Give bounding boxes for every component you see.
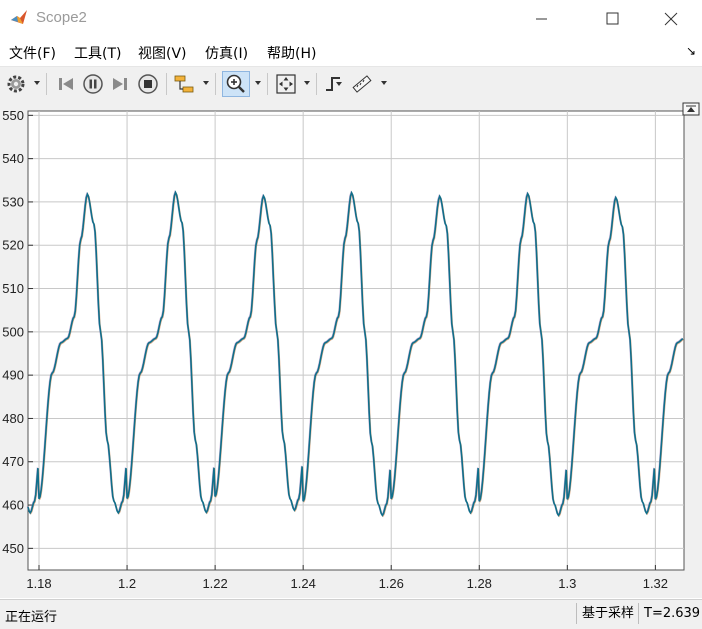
measurements-icon[interactable] xyxy=(350,72,374,96)
undock-arrow-icon[interactable]: ↘ xyxy=(686,44,696,58)
matlab-logo-icon xyxy=(11,10,27,24)
stop-icon[interactable] xyxy=(136,72,160,96)
signal-highlight-icon[interactable] xyxy=(173,72,197,96)
close-icon xyxy=(664,12,678,26)
menu-tools[interactable]: 工具(T) xyxy=(74,43,121,63)
toolbar-separator xyxy=(267,73,268,95)
zoom-dropdown-icon[interactable] xyxy=(255,81,261,85)
menu-simulation[interactable]: 仿真(I) xyxy=(205,43,248,63)
step-back-icon[interactable] xyxy=(54,72,78,96)
minimize-icon xyxy=(536,18,547,20)
x-tick-label: 1.3 xyxy=(558,576,576,591)
sim-time: T=2.639 xyxy=(638,603,702,624)
y-tick-label: 470 xyxy=(2,454,24,469)
y-tick-label: 510 xyxy=(2,281,24,296)
zoom-in-button[interactable] xyxy=(222,71,250,97)
menu-file[interactable]: 文件(F) xyxy=(9,43,56,63)
y-tick-label: 520 xyxy=(2,238,24,253)
window-titlebar[interactable]: Scope2 xyxy=(0,0,702,38)
menu-help[interactable]: 帮助(H) xyxy=(267,43,316,63)
status-bar: 正在运行 基于采样 T=2.639 xyxy=(0,599,702,629)
x-tick-label: 1.26 xyxy=(379,576,404,591)
y-tick-label: 530 xyxy=(2,194,24,209)
scope-axes[interactable]: 450 460 470 480 490 500 510 520 530 540 550 1.18 1.… xyxy=(0,101,702,598)
x-tick-label: 1.2 xyxy=(118,576,136,591)
settings-dropdown-icon[interactable] xyxy=(34,81,40,85)
y-tick-label: 460 xyxy=(2,498,24,513)
x-tick-label: 1.18 xyxy=(26,576,51,591)
measurements-dropdown-icon[interactable] xyxy=(381,81,387,85)
y-tick-label: 500 xyxy=(2,324,24,339)
run-status: 正在运行 xyxy=(5,610,58,625)
triggers-icon[interactable] xyxy=(322,72,346,96)
y-tick-label: 480 xyxy=(2,411,24,426)
toolbar-separator xyxy=(166,73,167,95)
pause-icon[interactable] xyxy=(81,72,105,96)
step-forward-icon[interactable] xyxy=(108,72,132,96)
toolbar xyxy=(0,66,702,102)
y-tick-label: 490 xyxy=(2,368,24,383)
close-button[interactable] xyxy=(648,0,694,38)
autoscale-icon[interactable] xyxy=(274,72,298,96)
sample-mode: 基于采样 xyxy=(576,603,638,624)
zoom-in-icon xyxy=(226,74,245,93)
x-tick-label: 1.32 xyxy=(643,576,668,591)
menu-bar: 文件(F) 工具(T) 视图(V) 仿真(I) 帮助(H) ↘ xyxy=(0,38,702,66)
axes-background xyxy=(27,110,685,571)
signal-dropdown-icon[interactable] xyxy=(203,81,209,85)
toolbar-separator xyxy=(215,73,216,95)
undock-axes-button[interactable] xyxy=(682,102,700,116)
x-tick-label: 1.24 xyxy=(291,576,316,591)
y-tick-label: 550 xyxy=(2,108,24,123)
autoscale-dropdown-icon[interactable] xyxy=(304,81,310,85)
x-tick-label: 1.28 xyxy=(467,576,492,591)
y-tick-label: 540 xyxy=(2,151,24,166)
toolbar-separator xyxy=(316,73,317,95)
scope-display[interactable]: 450 460 470 480 490 500 510 520 530 540 550 1.18 1.… xyxy=(0,101,702,598)
maximize-button[interactable] xyxy=(589,0,635,38)
window-title: Scope2 xyxy=(36,9,87,26)
toolbar-separator xyxy=(46,73,47,95)
minimize-button[interactable] xyxy=(518,0,564,38)
maximize-icon xyxy=(606,12,619,25)
x-tick-label: 1.22 xyxy=(202,576,227,591)
menu-view[interactable]: 视图(V) xyxy=(138,43,187,63)
y-tick-label: 450 xyxy=(2,541,24,556)
settings-icon[interactable] xyxy=(4,72,28,96)
